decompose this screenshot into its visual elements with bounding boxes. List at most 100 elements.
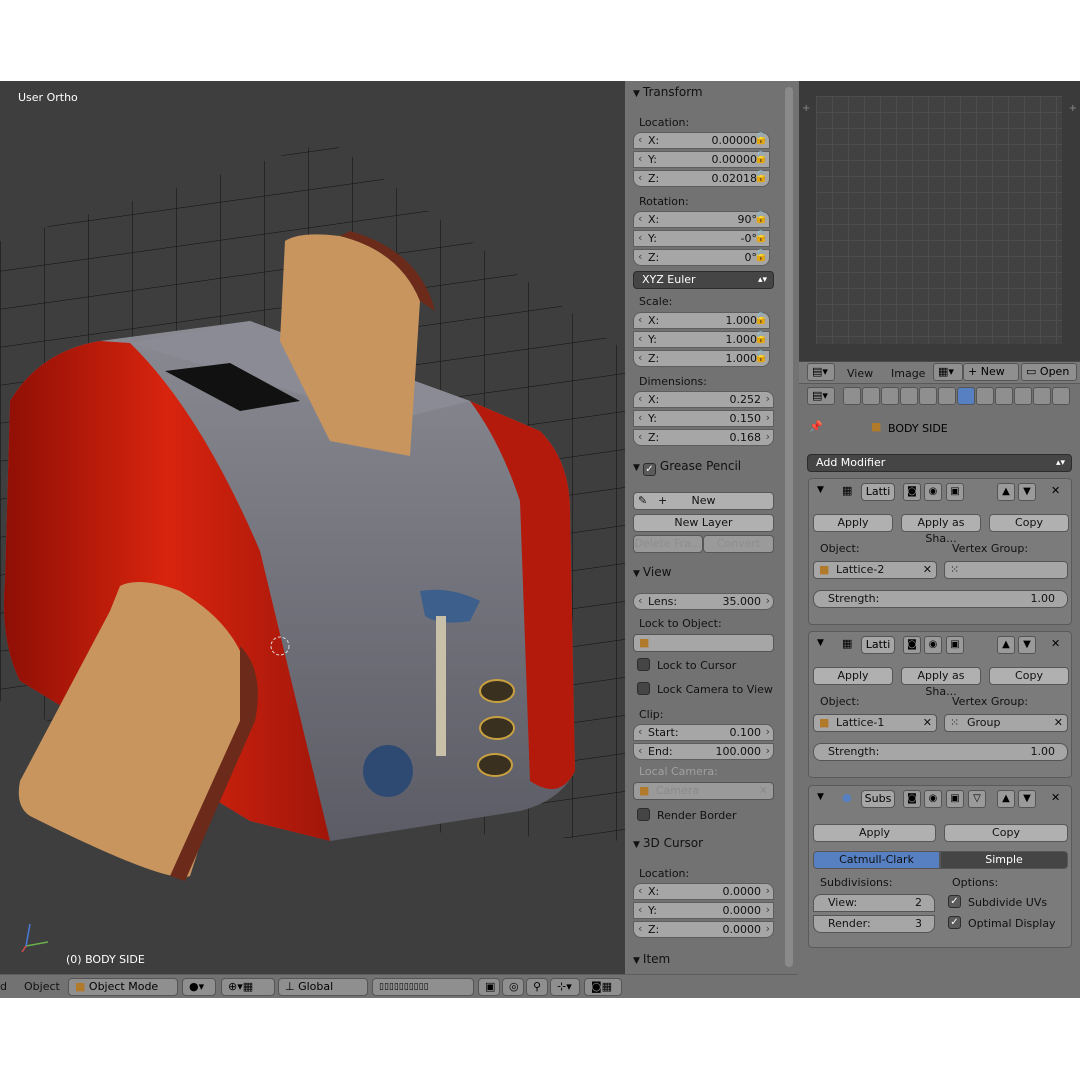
render-icon[interactable]: ◙▦: [584, 978, 622, 996]
move-up-icon[interactable]: ▲: [997, 636, 1015, 654]
collapse-triangle-icon[interactable]: ▼: [817, 792, 824, 802]
apply-button[interactable]: Apply: [813, 514, 893, 532]
close-icon[interactable]: ✕: [1051, 637, 1060, 650]
rotation-mode-dropdown[interactable]: XYZ Euler ▴▾: [633, 271, 774, 289]
catmull-clark-option[interactable]: Catmull-Clark: [813, 851, 940, 869]
close-icon[interactable]: ✕: [1051, 791, 1060, 804]
editor-type-icon[interactable]: ▤▾: [807, 363, 835, 381]
render-levels-field[interactable]: Render: 3: [813, 915, 935, 933]
lock-icon[interactable]: 🔓: [751, 312, 771, 328]
lock-to-cursor-checkbox[interactable]: [637, 658, 650, 671]
shading-dropdown[interactable]: ●▾: [182, 978, 216, 996]
orientation-dropdown[interactable]: ⊥ Global: [278, 978, 368, 996]
clip-end-field[interactable]: End: 100.000: [633, 743, 774, 760]
close-icon[interactable]: ✕: [759, 783, 768, 799]
lock-icon[interactable]: 🔓: [751, 211, 771, 227]
snap-icon[interactable]: ⚲: [526, 978, 548, 996]
lattice-object-field[interactable]: ■ Lattice-1 ✕: [813, 714, 937, 732]
n-panel-scrollbar[interactable]: [785, 87, 793, 967]
rotation-z-field[interactable]: Z:0°: [633, 249, 770, 266]
pivot-dropdown[interactable]: ⊕▾▦: [221, 978, 275, 996]
cursor-y-field[interactable]: Y: 0.0000: [633, 902, 774, 919]
pin-icon[interactable]: 📌: [809, 420, 823, 433]
view-levels-field[interactable]: View: 2: [813, 894, 935, 912]
grease-new-button[interactable]: ✎ + New: [633, 492, 774, 510]
lattice-object-field[interactable]: ■ Lattice-2 ✕: [813, 561, 937, 579]
grease-pencil-checkbox[interactable]: ✓: [642, 463, 656, 476]
lock-icon[interactable]: 🔓: [751, 132, 771, 148]
render-border-checkbox[interactable]: [637, 808, 650, 821]
snap-target-icon[interactable]: ⊹▾: [550, 978, 580, 996]
apply-button[interactable]: Apply: [813, 824, 936, 842]
view-menu[interactable]: View: [847, 367, 873, 380]
simple-option[interactable]: Simple: [940, 851, 1068, 869]
lock-icon[interactable]: 🔓: [751, 350, 771, 366]
lock-icon[interactable]: 🔓: [751, 151, 771, 167]
lock-icon[interactable]: 🔓: [751, 230, 771, 246]
layers-buttons[interactable]: ▯▯▯▯▯▯▯▯▯▯: [372, 978, 474, 996]
close-icon[interactable]: ✕: [923, 562, 932, 578]
3d-cursor-header[interactable]: ▼ 3D Cursor: [633, 836, 703, 850]
apply-as-shape-button[interactable]: Apply as Sha...: [901, 667, 981, 698]
strength-slider[interactable]: Strength: 1.00: [813, 590, 1068, 608]
rotation-x-field[interactable]: X:90°: [633, 211, 770, 228]
particles-tab-icon[interactable]: [1033, 387, 1051, 405]
data-tab-icon[interactable]: [976, 387, 994, 405]
scale-y-field[interactable]: Y:1.000: [633, 331, 770, 348]
view-header[interactable]: ▼ View: [633, 565, 671, 579]
physics-tab-icon[interactable]: [1052, 387, 1070, 405]
apply-button[interactable]: Apply: [813, 667, 893, 685]
close-icon[interactable]: ✕: [1051, 484, 1060, 497]
local-camera-field[interactable]: ■ Camera ✕: [633, 782, 774, 800]
copy-button[interactable]: Copy: [944, 824, 1068, 842]
rotation-y-field[interactable]: Y:-0°: [633, 230, 770, 247]
layer-lock-icon[interactable]: ▣: [478, 978, 500, 996]
plus-icon[interactable]: +: [1069, 103, 1077, 114]
cage-icon[interactable]: ▽: [968, 790, 986, 808]
object-tab-icon[interactable]: [919, 387, 937, 405]
move-down-icon[interactable]: ▼: [1018, 790, 1036, 808]
collapse-triangle-icon[interactable]: ▼: [817, 638, 824, 648]
optimal-display-checkbox[interactable]: ✓: [948, 916, 961, 929]
collapse-triangle-icon[interactable]: ▼: [817, 485, 824, 495]
render-tab-icon[interactable]: [843, 387, 861, 405]
texture-tab-icon[interactable]: [1014, 387, 1032, 405]
location-x-field[interactable]: X:0.00000: [633, 132, 770, 149]
camera-icon[interactable]: ◙: [903, 790, 921, 808]
scene-tab-icon[interactable]: [881, 387, 899, 405]
item-header[interactable]: ▼ Item: [633, 952, 670, 966]
convert-button[interactable]: Convert: [703, 535, 774, 553]
camera-icon[interactable]: ◙: [903, 636, 921, 654]
scale-x-field[interactable]: X:1.000: [633, 312, 770, 329]
lock-camera-checkbox[interactable]: [637, 682, 650, 695]
subdivide-uvs-checkbox[interactable]: ✓: [948, 895, 961, 908]
copy-button[interactable]: Copy: [989, 667, 1069, 685]
copy-button[interactable]: Copy: [989, 514, 1069, 532]
camera-icon[interactable]: ◙: [903, 483, 921, 501]
dimensions-z-field[interactable]: Z: 0.168: [633, 429, 774, 446]
location-z-field[interactable]: Z:0.02018: [633, 170, 770, 187]
material-tab-icon[interactable]: [995, 387, 1013, 405]
lock-icon[interactable]: 🔓: [751, 331, 771, 347]
image-editor[interactable]: + +: [799, 81, 1080, 361]
location-y-field[interactable]: Y:0.00000: [633, 151, 770, 168]
grease-pencil-header[interactable]: ▼ ✓ Grease Pencil: [633, 459, 741, 476]
image-browse-icon[interactable]: ▦▾: [933, 363, 963, 381]
lock-object-field[interactable]: ■: [633, 634, 774, 652]
eye-icon[interactable]: ◉: [924, 636, 942, 654]
constraints-tab-icon[interactable]: [938, 387, 956, 405]
apply-as-shape-button[interactable]: Apply as Sha...: [901, 514, 981, 545]
modifier-name-field[interactable]: Latti: [861, 483, 895, 501]
editmode-icon[interactable]: ▣: [946, 636, 964, 654]
editmode-icon[interactable]: ▣: [946, 483, 964, 501]
lock-icon[interactable]: 🔓: [751, 170, 771, 186]
new-image-button[interactable]: + New: [963, 363, 1019, 381]
vertex-group-field[interactable]: ⁙: [944, 561, 1068, 579]
delete-frame-button[interactable]: Delete Fra...: [633, 535, 703, 553]
plus-icon[interactable]: +: [802, 103, 810, 114]
move-down-icon[interactable]: ▼: [1018, 483, 1036, 501]
transform-header[interactable]: ▼ Transform: [633, 85, 703, 99]
dimensions-y-field[interactable]: Y: 0.150: [633, 410, 774, 427]
editor-type-icon[interactable]: ▤▾: [807, 387, 835, 405]
close-icon[interactable]: ✕: [1054, 715, 1063, 731]
